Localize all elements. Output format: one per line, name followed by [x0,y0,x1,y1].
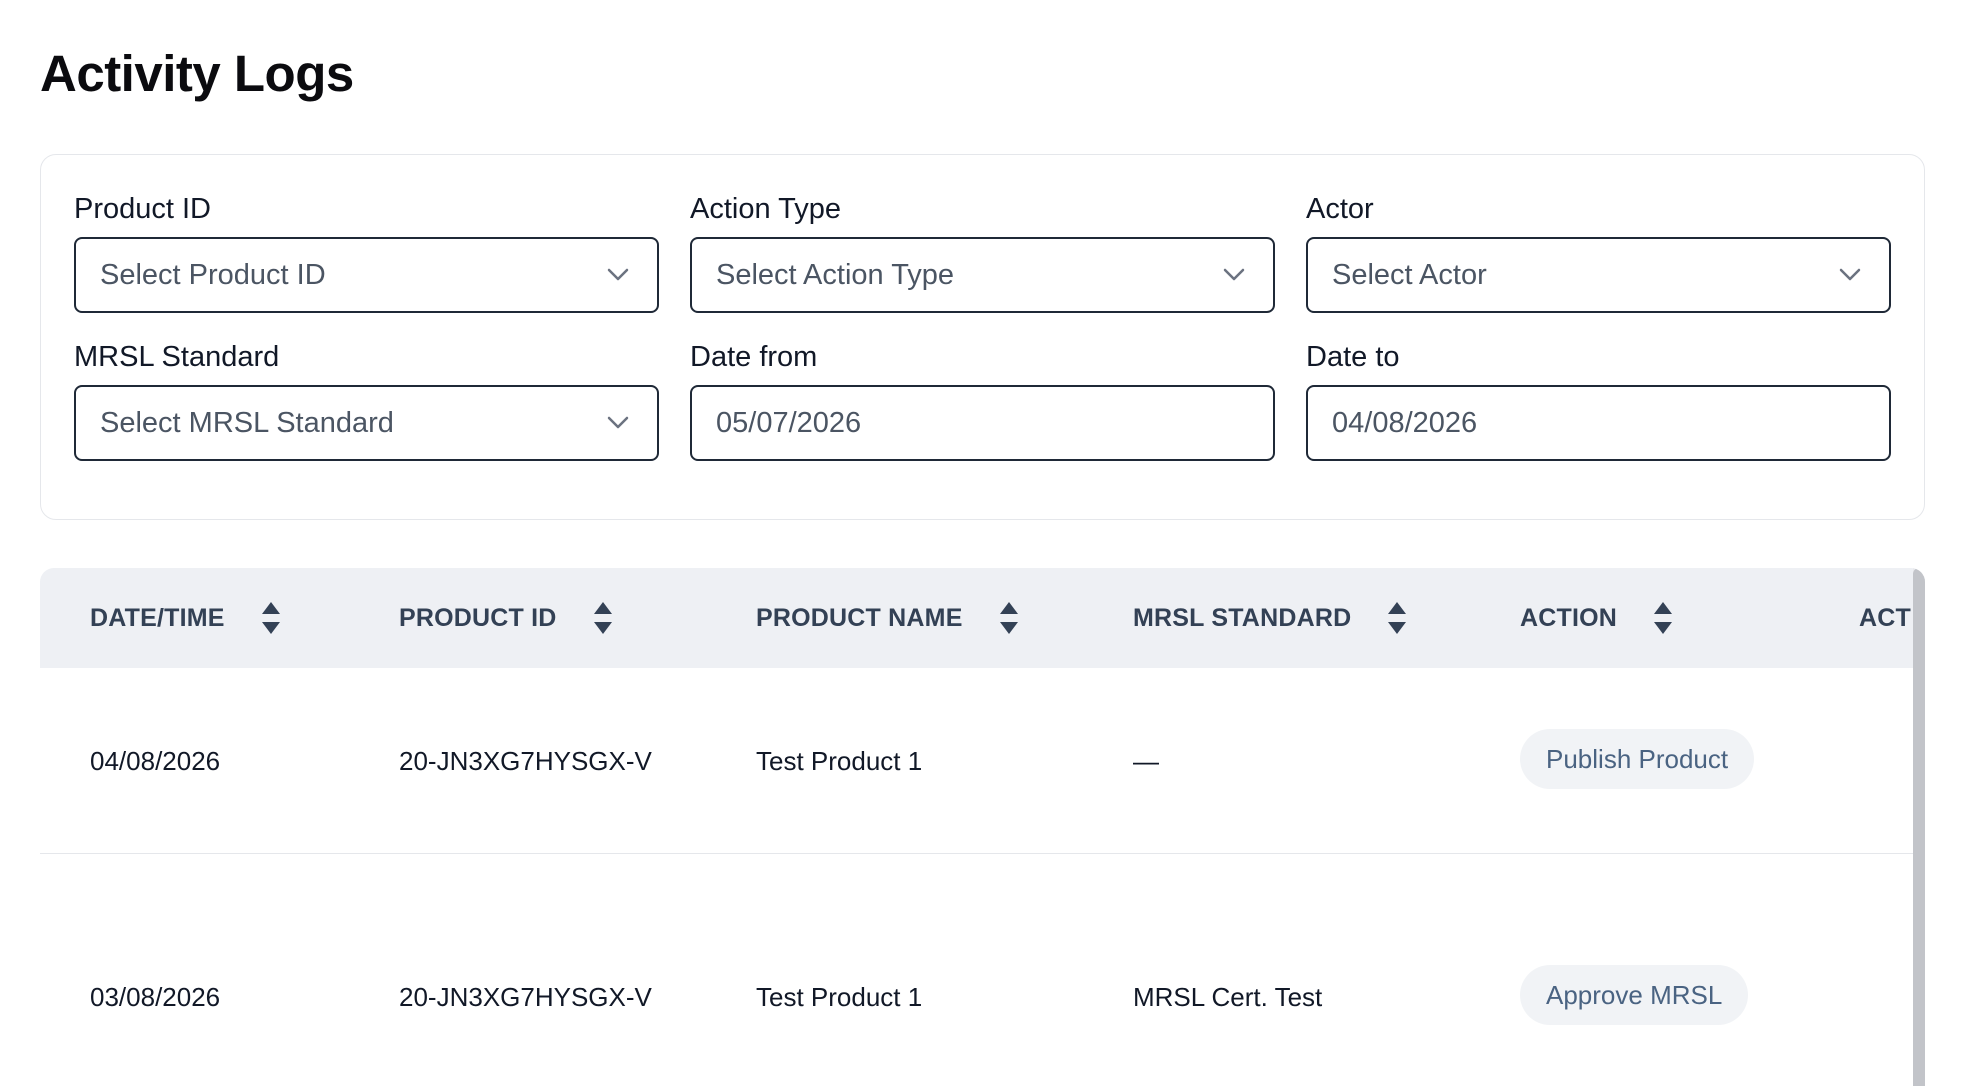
cell-product-id: 20-JN3XG7HYSGX-V [399,746,652,776]
table-row[interactable]: 04/08/2026 20-JN3XG7HYSGX-V Test Product… [40,668,1925,854]
column-header-action[interactable]: ACTION [1520,568,1673,668]
action-type-label: Action Type [690,193,842,225]
cell-product-id: 20-JN3XG7HYSGX-V [399,982,652,1012]
actor-label: Actor [1306,193,1374,225]
column-header-label: PRODUCT NAME [756,603,963,632]
table-header: DATE/TIME PRODUCT ID PRODUCT NAME MRSL S… [40,568,1925,668]
sort-icon[interactable] [1653,601,1673,635]
cell-product-name: Test Product 1 [756,746,923,776]
mrsl-standard-filter: MRSL Standard Select MRSL Standard [74,339,659,461]
chevron-down-icon [1223,268,1245,281]
activity-table: DATE/TIME PRODUCT ID PRODUCT NAME MRSL S… [40,568,1925,1086]
filter-panel: Product ID Select Product ID Action Type… [40,154,1925,520]
actor-filter: Actor Select Actor [1306,191,1891,313]
table-row[interactable]: 03/08/2026 20-JN3XG7HYSGX-V Test Product… [40,854,1925,1086]
column-header-label: ACT [1859,603,1911,632]
date-to-input[interactable]: 04/08/2026 [1306,385,1891,461]
column-header-datetime[interactable]: DATE/TIME [90,568,281,668]
date-to-filter: Date to 04/08/2026 [1306,339,1891,461]
date-to-label: Date to [1306,341,1400,373]
sort-icon[interactable] [999,601,1019,635]
scrollbar-thumb[interactable] [1913,568,1925,1086]
product-id-placeholder: Select Product ID [100,258,326,291]
cell-datetime: 03/08/2026 [90,982,221,1012]
actor-select[interactable]: Select Actor [1306,237,1891,313]
cell-mrsl-standard: MRSL Cert. Test [1133,982,1323,1012]
column-header-label: DATE/TIME [90,603,225,632]
more-icon[interactable]: ⋮ [1906,970,1912,1026]
more-icon[interactable]: ⋮ [1906,734,1912,790]
mrsl-standard-label: MRSL Standard [74,341,280,373]
mrsl-standard-select[interactable]: Select MRSL Standard [74,385,659,461]
action-type-filter: Action Type Select Action Type [690,191,1275,313]
date-from-filter: Date from 05/07/2026 [690,339,1275,461]
date-to-value: 04/08/2026 [1332,406,1478,439]
cell-datetime: 04/08/2026 [90,746,221,776]
action-badge[interactable]: Publish Product [1520,729,1755,789]
activity-logs-page: Activity Logs Product ID Select Product … [0,0,1962,1086]
column-header-label: ACTION [1520,603,1618,632]
date-from-label: Date from [690,341,818,373]
date-from-value: 05/07/2026 [716,406,862,439]
actor-placeholder: Select Actor [1332,258,1487,291]
column-header-product-id[interactable]: PRODUCT ID [399,568,613,668]
column-header-actor[interactable]: ACT [1859,568,1911,668]
product-id-select[interactable]: Select Product ID [74,237,659,313]
column-header-label: MRSL STANDARD [1133,603,1352,632]
column-header-product-name[interactable]: PRODUCT NAME [756,568,1019,668]
sort-icon[interactable] [593,601,613,635]
action-badge[interactable]: Approve MRSL [1520,965,1749,1025]
cell-mrsl-standard: — [1133,746,1159,776]
sort-icon[interactable] [261,601,281,635]
date-from-input[interactable]: 05/07/2026 [690,385,1275,461]
product-id-filter: Product ID Select Product ID [74,191,659,313]
page-title: Activity Logs [40,45,354,102]
chevron-down-icon [1839,268,1861,281]
action-type-select[interactable]: Select Action Type [690,237,1275,313]
product-id-label: Product ID [74,193,211,225]
vertical-scrollbar[interactable] [1913,568,1925,1086]
column-header-mrsl-standard[interactable]: MRSL STANDARD [1133,568,1407,668]
action-type-placeholder: Select Action Type [716,258,955,291]
sort-icon[interactable] [1387,601,1407,635]
cell-product-name: Test Product 1 [756,982,923,1012]
mrsl-standard-placeholder: Select MRSL Standard [100,406,394,439]
chevron-down-icon [607,416,629,429]
column-header-label: PRODUCT ID [399,603,557,632]
chevron-down-icon [607,268,629,281]
